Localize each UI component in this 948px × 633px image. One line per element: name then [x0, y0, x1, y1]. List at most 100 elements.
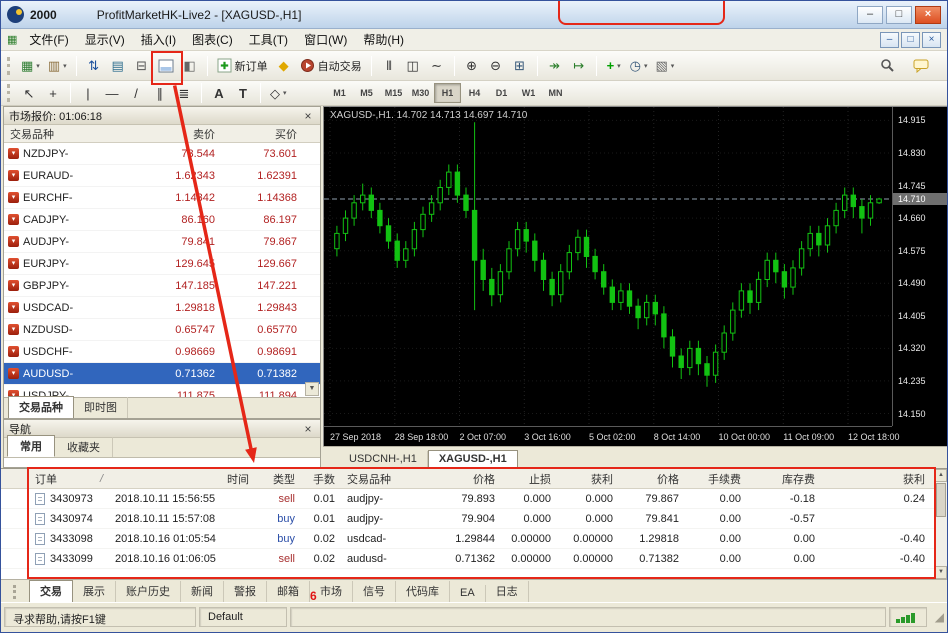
shapes-button[interactable]: ◇ ▾ — [266, 83, 291, 104]
resize-grip-icon[interactable]: ◢ — [930, 607, 944, 627]
chart-area[interactable]: XAGUSD-,H1. 14.702 14.713 14.697 14.710 … — [323, 106, 947, 446]
orders-col-header-3[interactable]: 手数 — [301, 471, 341, 487]
close-button[interactable]: × — [915, 5, 941, 24]
mdi-restore-button[interactable]: □ — [901, 31, 920, 48]
vertical-line-button[interactable]: | — [76, 83, 100, 104]
orders-col-header-11[interactable]: 获利 — [821, 471, 931, 487]
new-chart-button[interactable]: ▦ ▾ — [17, 54, 44, 78]
scrollbar-thumb[interactable] — [936, 483, 946, 517]
strategy-tester-button[interactable]: ◧ — [178, 54, 202, 78]
new-order-button[interactable]: 新订单 — [213, 54, 272, 78]
candlestick-plot[interactable] — [324, 107, 892, 425]
timeframe-m5-button[interactable]: M5 — [353, 83, 380, 103]
templates-button[interactable]: ▧ ▾ — [651, 54, 678, 78]
market-watch-row[interactable]: ▾ GBPJPY- 147.185 147.221 — [4, 275, 320, 297]
scroll-up-button[interactable]: ▲ — [935, 469, 947, 482]
terminal-scrollbar[interactable]: ▲ ▼ — [934, 469, 947, 579]
price-scale[interactable]: 14.915 14.830 14.745 14.660 14.575 14.490 14.4… — [892, 107, 947, 426]
candle-chart-button[interactable]: ◫ — [401, 54, 425, 78]
terminal-tab-10[interactable]: 日志 — [486, 581, 529, 602]
timeframe-h1-button[interactable]: H1 — [434, 83, 461, 103]
menu-item-3[interactable]: 图表(C) — [184, 29, 241, 50]
trendline-button[interactable]: / — [124, 83, 148, 104]
bid-column-header[interactable]: 卖价 — [124, 126, 219, 142]
terminal-tab-0[interactable]: 交易 — [29, 580, 73, 602]
orders-col-header-2[interactable]: 类型 — [255, 471, 301, 487]
auto-scroll-button[interactable]: ↠ — [543, 54, 567, 78]
market-watch-row[interactable]: ▾ EURJPY- 129.645 129.667 — [4, 253, 320, 275]
scroll-down-button[interactable]: ▼ — [935, 566, 947, 579]
terminal-tab-8[interactable]: 代码库 — [396, 581, 450, 602]
orders-col-header-10[interactable]: 库存费 — [747, 471, 821, 487]
mdi-minimize-button[interactable]: – — [880, 31, 899, 48]
market-watch-row[interactable]: ▾ EURAUD- 1.62343 1.62391 — [4, 165, 320, 187]
tile-windows-button[interactable]: ⊞ — [508, 54, 532, 78]
terminal-tab-1[interactable]: 展示 — [73, 581, 116, 602]
toolbar-grip[interactable] — [7, 84, 12, 102]
menu-item-1[interactable]: 显示(V) — [77, 29, 133, 50]
zoom-in-button[interactable]: ⊕ — [460, 54, 484, 78]
text-button[interactable]: A — [207, 83, 231, 104]
orders-col-header-0[interactable]: 订单 / — [29, 471, 109, 487]
order-row[interactable]: 3433099 2018.10.16 01:06:05 sell 0.02 audusd… — [1, 549, 947, 569]
navigator-close-icon[interactable]: × — [301, 423, 315, 435]
channel-button[interactable]: ∥ — [148, 83, 172, 104]
minimize-button[interactable]: – — [857, 5, 883, 24]
text-label-button[interactable]: T — [231, 83, 255, 104]
orders-col-header-7[interactable]: 获利 — [557, 471, 619, 487]
market-watch-button[interactable]: ⇅ — [82, 54, 106, 78]
chart-window-tab-0[interactable]: USDCNH-,H1 — [339, 451, 428, 468]
periods-button[interactable]: ◷ ▾ — [626, 54, 652, 78]
mdi-close-button[interactable]: × — [922, 31, 941, 48]
chart-shift-button[interactable]: ↦ — [567, 54, 591, 78]
orders-col-header-6[interactable]: 止损 — [501, 471, 557, 487]
zoom-out-button[interactable]: ⊖ — [484, 54, 508, 78]
fibonacci-button[interactable]: ≣ — [172, 83, 196, 104]
menu-item-4[interactable]: 工具(T) — [241, 29, 296, 50]
maximize-button[interactable]: □ — [886, 5, 912, 24]
terminal-tab-6[interactable]: 市场 — [310, 581, 353, 602]
orders-col-header-8[interactable]: 价格 — [619, 471, 685, 487]
timeframe-w1-button[interactable]: W1 — [515, 83, 542, 103]
crosshair-button[interactable]: + — [41, 83, 65, 104]
symbol-column-header[interactable]: 交易品种 — [4, 126, 124, 142]
cursor-button[interactable]: ↖ — [17, 83, 41, 104]
profiles-button[interactable]: ▥ ▾ — [44, 54, 71, 78]
timeframe-d1-button[interactable]: D1 — [488, 83, 515, 103]
chat-button[interactable] — [909, 54, 933, 78]
horizontal-line-button[interactable]: — — [100, 83, 124, 104]
menu-item-2[interactable]: 插入(I) — [133, 29, 184, 50]
market-watch-scroll-down-button[interactable]: ▼ — [305, 382, 319, 396]
order-row[interactable]: 3430974 2018.10.11 15:57:08 buy 0.01 audjpy-… — [1, 509, 947, 529]
menu-item-5[interactable]: 窗口(W) — [296, 29, 355, 50]
order-row[interactable]: 3430973 2018.10.11 15:56:55 sell 0.01 audjpy… — [1, 489, 947, 509]
orders-col-header-4[interactable]: 交易品种 — [341, 471, 429, 487]
tabstrip-grip[interactable] — [13, 585, 19, 599]
menu-item-6[interactable]: 帮助(H) — [355, 29, 412, 50]
time-axis[interactable]: 27 Sep 2018 28 Sep 18:00 2 Oct 07:00 3 Oct … — [324, 426, 900, 446]
orders-col-header-9[interactable]: 手续费 — [685, 471, 747, 487]
terminal-tab-2[interactable]: 账户历史 — [116, 581, 181, 602]
navigator-button[interactable]: ⊟ — [130, 54, 154, 78]
menu-item-0[interactable]: 文件(F) — [21, 29, 76, 50]
terminal-tab-9[interactable]: EA — [450, 585, 486, 602]
data-window-button[interactable]: ▤ — [106, 54, 130, 78]
market-watch-row[interactable]: ▾ EURCHF- 1.14342 1.14368 — [4, 187, 320, 209]
market-watch-row[interactable]: ▾ USDCAD- 1.29818 1.29843 — [4, 297, 320, 319]
market-watch-row[interactable]: ▾ NZDUSD- 0.65747 0.65770 — [4, 319, 320, 341]
status-profile[interactable]: Default — [199, 607, 287, 627]
market-watch-row[interactable]: ▾ CADJPY- 86.160 86.197 — [4, 209, 320, 231]
order-row[interactable]: 3433098 2018.10.16 01:05:54 buy 0.02 usdcad-… — [1, 529, 947, 549]
orders-col-header-1[interactable]: 时间 — [109, 471, 255, 487]
autotrading-button[interactable]: 自动交易 — [296, 54, 366, 78]
indicators-button[interactable]: + ▾ — [602, 54, 626, 78]
timeframe-m15-button[interactable]: M15 — [380, 83, 407, 103]
toolbar-grip[interactable] — [7, 56, 12, 75]
terminal-tab-7[interactable]: 信号 — [353, 581, 396, 602]
timeframe-m1-button[interactable]: M1 — [326, 83, 353, 103]
terminal-button[interactable] — [154, 54, 178, 78]
terminal-tab-4[interactable]: 警报 — [224, 581, 267, 602]
market-watch-row[interactable]: ▾ USDCHF- 0.98669 0.98691 — [4, 341, 320, 363]
timeframe-mn-button[interactable]: MN — [542, 83, 569, 103]
search-button[interactable] — [875, 54, 899, 78]
